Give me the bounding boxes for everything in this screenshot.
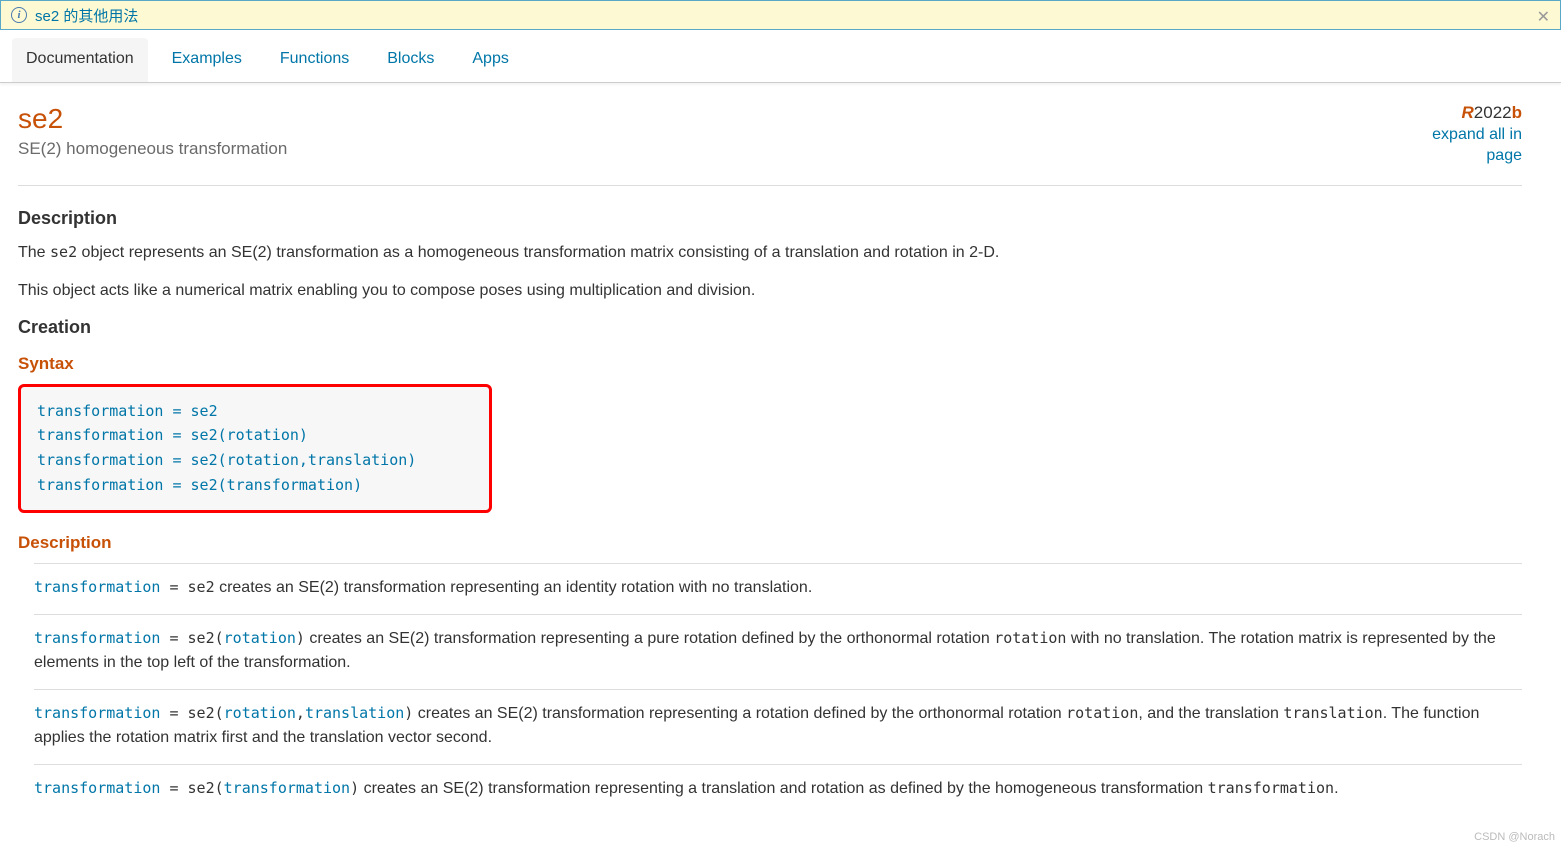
code-inline: translation [1283, 704, 1382, 722]
desc-item: transformation = se2(rotation,translatio… [34, 689, 1522, 764]
syntax-line[interactable]: transformation = se2 [37, 399, 473, 424]
version-badge: R2022b [1412, 103, 1522, 123]
code-eq: ) [404, 704, 413, 722]
description2-heading: Description [18, 533, 1522, 553]
description-p2: This object acts like a numerical matrix… [18, 279, 1522, 303]
code-arg[interactable]: transformation [224, 779, 350, 797]
main-content: se2 SE(2) homogeneous transformation R20… [0, 83, 1540, 845]
text: creates an SE(2) transformation represen… [305, 630, 994, 647]
text: creates an SE(2) transformation represen… [215, 579, 813, 596]
tab-apps[interactable]: Apps [458, 38, 522, 82]
text: creates an SE(2) transformation represen… [359, 780, 1208, 797]
desc-item: transformation = se2(rotation) creates a… [34, 614, 1522, 689]
syntax-heading: Syntax [18, 354, 1522, 374]
desc-item: transformation = se2(transformation) cre… [34, 764, 1522, 815]
description-p1: The se2 object represents an SE(2) trans… [18, 241, 1522, 265]
banner-text: se2 的其他用法 [35, 5, 138, 26]
tab-functions[interactable]: Functions [266, 38, 363, 82]
page-subtitle: SE(2) homogeneous transformation [18, 139, 287, 159]
code-eq: = se2 [160, 578, 214, 596]
code-lhs[interactable]: transformation [34, 704, 160, 722]
code-arg[interactable]: rotation [224, 704, 296, 722]
creation-heading: Creation [18, 317, 1522, 338]
page-title: se2 [18, 103, 287, 135]
text: The [18, 244, 50, 261]
code-eq: = se2( [160, 704, 223, 722]
code-eq: ) [350, 779, 359, 797]
code-inline: rotation [1066, 704, 1138, 722]
code-eq: = se2( [160, 779, 223, 797]
syntax-line[interactable]: transformation = se2(rotation) [37, 423, 473, 448]
code-lhs[interactable]: transformation [34, 779, 160, 797]
code-inline: rotation [994, 629, 1066, 647]
version-r: R [1462, 103, 1474, 122]
syntax-line[interactable]: transformation = se2(transformation) [37, 473, 473, 498]
syntax-line[interactable]: transformation = se2(rotation,translatio… [37, 448, 473, 473]
text: creates an SE(2) transformation represen… [413, 705, 1066, 722]
code-arg[interactable]: translation [305, 704, 404, 722]
code-inline: transformation [1208, 779, 1334, 797]
code-comma: , [296, 704, 305, 722]
code-arg[interactable]: rotation [224, 629, 296, 647]
syntax-code-box: transformation = se2 transformation = se… [18, 384, 492, 513]
nav-tabs: Documentation Examples Functions Blocks … [0, 38, 1561, 83]
text: , and the translation [1138, 705, 1283, 722]
code-lhs[interactable]: transformation [34, 629, 160, 647]
text: object represents an SE(2) transformatio… [77, 244, 999, 261]
desc-item: transformation = se2 creates an SE(2) tr… [34, 563, 1522, 614]
title-left: se2 SE(2) homogeneous transformation [18, 103, 287, 159]
version-b: b [1512, 103, 1522, 122]
tab-examples[interactable]: Examples [158, 38, 256, 82]
expand-all-link[interactable]: expand all in page [1412, 125, 1522, 167]
watermark: CSDN @Norach [1474, 831, 1555, 843]
info-banner: i se2 的其他用法 ✕ [0, 0, 1561, 30]
title-row: se2 SE(2) homogeneous transformation R20… [18, 103, 1522, 186]
description-list: transformation = se2 creates an SE(2) tr… [18, 563, 1522, 815]
code-eq: ) [296, 629, 305, 647]
version-year: 2022 [1474, 103, 1512, 122]
tab-blocks[interactable]: Blocks [373, 38, 448, 82]
close-icon[interactable]: ✕ [1537, 7, 1550, 27]
code-se2: se2 [50, 243, 77, 261]
title-right: R2022b expand all in page [1412, 103, 1522, 167]
text: . [1334, 780, 1338, 797]
tab-documentation[interactable]: Documentation [12, 38, 148, 82]
description-heading: Description [18, 208, 1522, 229]
code-lhs[interactable]: transformation [34, 578, 160, 596]
info-icon: i [11, 7, 27, 23]
code-eq: = se2( [160, 629, 223, 647]
